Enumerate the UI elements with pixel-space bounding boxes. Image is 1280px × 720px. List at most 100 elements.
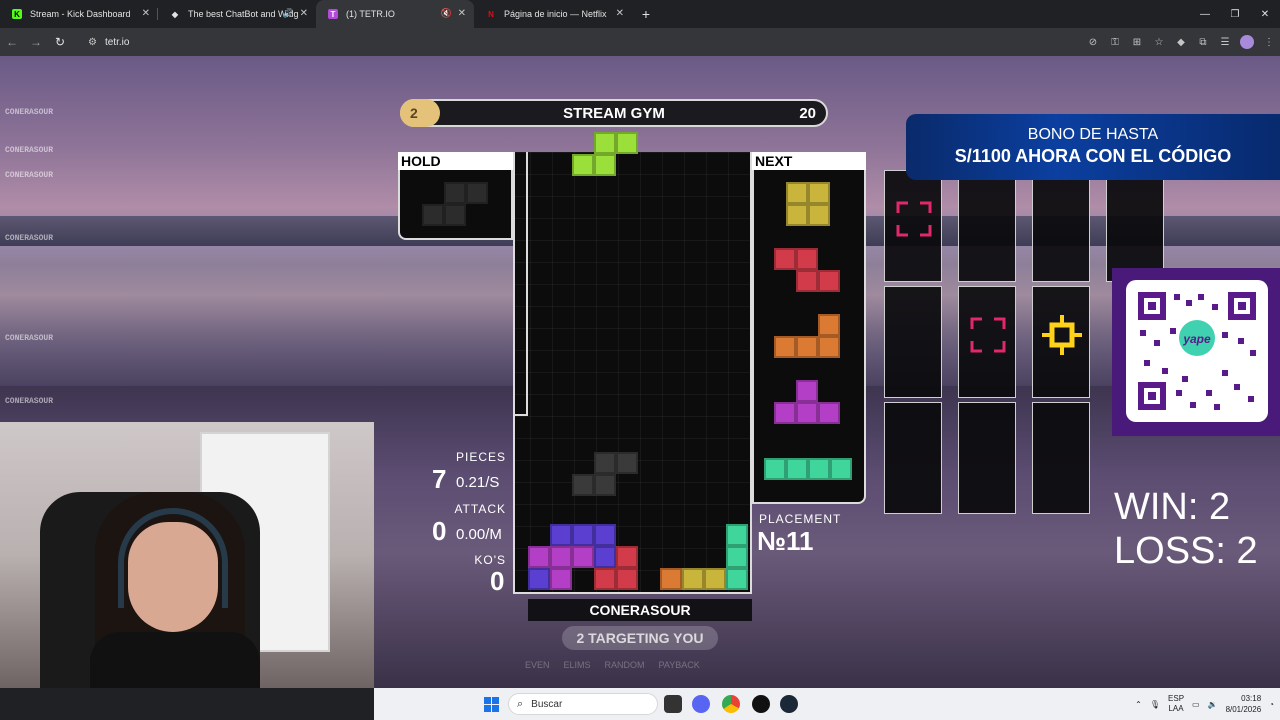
close-tab-icon[interactable]: ✕ (142, 8, 150, 19)
falling-piece-cell (594, 154, 616, 176)
next-piece-cell (808, 458, 830, 480)
strategy-even[interactable]: EVEN (525, 660, 550, 670)
game-board (513, 132, 752, 594)
strategy-elims[interactable]: ELIMS (564, 660, 591, 670)
stack-cell (594, 524, 616, 546)
tab-tetrio[interactable]: T (1) TETR.IO 🔇 ✕ (316, 0, 474, 28)
browser-toolbar: ← → ↻ ⚙ tetr.io ⊘ ⚿ ⊞ ☆ ◆ ⧉ ☰ ⋮ (0, 28, 1280, 56)
strategy-random[interactable]: RANDOM (605, 660, 645, 670)
next-piece-cell (818, 270, 840, 292)
chat-line: CONERASOUR (5, 146, 54, 155)
crosshair-target-icon (1042, 315, 1082, 355)
stack-cell (594, 568, 616, 590)
clock-time: 03:18 (1241, 694, 1262, 703)
reload-icon[interactable]: ↻ (48, 30, 72, 54)
hold-piece-cell (444, 182, 466, 204)
obs-icon[interactable] (752, 695, 770, 713)
chat-line: CONERASOUR (5, 334, 54, 343)
next-piece-cell (786, 204, 808, 226)
speaker-icon[interactable]: 🔊 (283, 8, 294, 19)
chat-line: CONERASOUR (5, 234, 54, 243)
opponent-board-targeted (1032, 286, 1090, 398)
garbage-meter-tick (513, 414, 528, 416)
kos-value: 0 (490, 566, 505, 596)
close-window-icon[interactable]: ✕ (1250, 0, 1280, 28)
stack-cell (726, 546, 748, 568)
bookmark-star-icon[interactable]: ☆ (1148, 37, 1170, 48)
next-piece-cell (796, 270, 818, 292)
next-label: NEXT (752, 152, 866, 170)
menu-icon[interactable]: ⋮ (1258, 37, 1280, 48)
reading-list-icon[interactable]: ☰ (1214, 37, 1236, 48)
next-queue (752, 170, 866, 504)
restore-icon[interactable]: ❐ (1220, 0, 1250, 28)
profile-avatar[interactable] (1240, 35, 1254, 49)
stack-cell (572, 546, 594, 568)
taskbar-search[interactable]: ⌕ Buscar (508, 693, 658, 715)
tab-title: (1) TETR.IO (346, 9, 395, 19)
next-piece-cell (830, 458, 852, 480)
close-tab-icon[interactable]: ✕ (616, 8, 624, 19)
next-piece-cell (764, 458, 786, 480)
tab-title: Stream - Kick Dashboard (30, 9, 131, 19)
close-tab-icon[interactable]: ✕ (458, 8, 466, 19)
attack-value: 0 (432, 516, 447, 546)
next-piece-cell (808, 204, 830, 226)
chrome-icon[interactable] (722, 695, 740, 713)
webcam-overlay (0, 422, 374, 688)
windows-start-icon[interactable] (484, 697, 499, 712)
clock-date: 8/01/2026 (1225, 705, 1262, 714)
strategy-payback[interactable]: PAYBACK (659, 660, 700, 670)
tab-netflix[interactable]: N Página de inicio — Netflix ✕ (474, 0, 632, 28)
next-piece-cell (818, 314, 840, 336)
attack-label: ATTACK (454, 502, 506, 516)
stack-cell (726, 568, 748, 590)
opponent-board (884, 170, 942, 282)
forward-icon[interactable]: → (24, 30, 48, 54)
next-piece-cell (774, 402, 796, 424)
clock[interactable]: 03:18 8/01/2026 (1226, 693, 1262, 715)
search-icon: ⌕ (517, 697, 524, 710)
yape-qr-code: yape (1126, 280, 1268, 422)
promo-line1: BONO DE HASTA (1027, 126, 1159, 143)
steam-icon[interactable] (780, 695, 798, 713)
close-tab-icon[interactable]: ✕ (300, 8, 308, 19)
target-bracket-icon (970, 317, 1006, 353)
discord-icon[interactable] (692, 695, 710, 713)
stack-cell (704, 568, 726, 590)
minimize-icon[interactable]: — (1190, 0, 1220, 28)
win-count: WIN: 2 (1114, 486, 1231, 528)
stack-cell (572, 524, 594, 546)
microphone-icon[interactable]: 🎙 (1150, 700, 1160, 709)
extensions-icon[interactable]: ⧉ (1192, 37, 1214, 48)
back-icon[interactable]: ← (0, 30, 24, 54)
next-piece-cell (818, 402, 840, 424)
garbage-meter (513, 152, 528, 414)
key-icon[interactable]: ⚿ (1104, 37, 1126, 48)
chatbot-favicon-icon: ◆ (171, 9, 179, 19)
task-view-icon[interactable] (664, 695, 682, 713)
network-icon[interactable]: ▭ (1192, 700, 1200, 709)
eye-slash-icon[interactable]: ⊘ (1082, 37, 1104, 48)
tab-kick-dashboard[interactable]: K Stream - Kick Dashboard ✕ (0, 0, 158, 28)
chevron-up-icon[interactable]: ⌃ (1135, 700, 1142, 709)
streamer-body (90, 632, 260, 688)
loss-count: LOSS: 2 (1114, 530, 1258, 572)
language-indicator[interactable]: ESP LAA (1168, 694, 1184, 714)
tab-chatbot[interactable]: ◆ The best ChatBot and Widg 🔊 ✕ (158, 0, 316, 28)
tab-title: Página de inicio — Netflix (504, 9, 607, 19)
volume-icon[interactable]: 🔉 (1208, 700, 1218, 709)
site-info-icon[interactable]: ⚙ (88, 37, 97, 48)
extension-diamond-icon[interactable]: ◆ (1170, 37, 1192, 48)
address-bar[interactable]: ⚙ tetr.io (80, 31, 1140, 53)
new-tab-button[interactable]: + (632, 0, 660, 28)
placement-label: PLACEMENT (759, 512, 842, 526)
stack-cell (682, 568, 704, 590)
next-piece-cell (796, 402, 818, 424)
system-tray: ⌃ 🎙 ESP LAA ▭ 🔉 03:18 8/01/2026 ◔ (1135, 688, 1274, 720)
muted-speaker-icon[interactable]: 🔇 (441, 8, 452, 19)
qr-pattern-icon: yape (1138, 292, 1256, 410)
stack-cell (528, 568, 550, 590)
translate-icon[interactable]: ⊞ (1126, 37, 1148, 48)
notifications-icon[interactable]: ◔ (1269, 700, 1274, 709)
